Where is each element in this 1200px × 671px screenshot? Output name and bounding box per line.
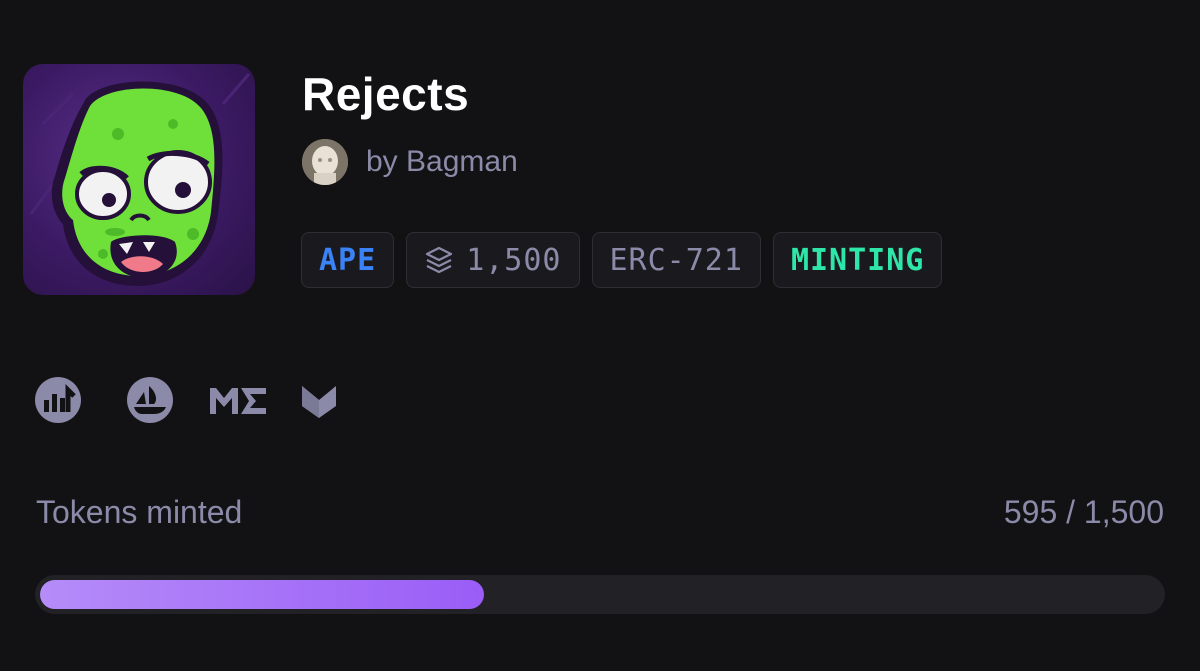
magic-eden-icon[interactable] — [208, 376, 266, 429]
collection-image — [23, 64, 255, 295]
chain-label: APE — [319, 242, 377, 278]
layers-icon — [424, 245, 454, 275]
supply-count: 1,500 — [466, 242, 562, 278]
token-standard: ERC-721 — [609, 242, 743, 278]
progress-count: 595 / 1,500 — [1003, 494, 1164, 530]
creator-name[interactable]: by Bagman — [366, 145, 518, 179]
collection-title: Rejects — [302, 68, 470, 120]
mint-progress-fill — [40, 580, 484, 609]
status-badge: MINTING — [772, 232, 943, 288]
chain-badge: APE — [301, 232, 395, 288]
avatar-image — [302, 139, 348, 185]
creator-avatar[interactable] — [302, 139, 348, 185]
marketplace-icon[interactable] — [300, 376, 338, 429]
badge-row: APE 1,500 ERC-721 MINTING — [301, 232, 943, 288]
stats-chart-icon[interactable] — [34, 376, 82, 429]
opensea-icon[interactable] — [126, 376, 174, 429]
mint-progress-bar — [35, 575, 1165, 614]
progress-label: Tokens minted — [36, 494, 243, 530]
mint-status: MINTING — [790, 242, 925, 278]
creator-row[interactable]: by Bagman — [302, 138, 518, 186]
supply-badge: 1,500 — [406, 232, 580, 288]
standard-badge: ERC-721 — [591, 232, 761, 288]
zombie-head-icon — [29, 73, 251, 286]
